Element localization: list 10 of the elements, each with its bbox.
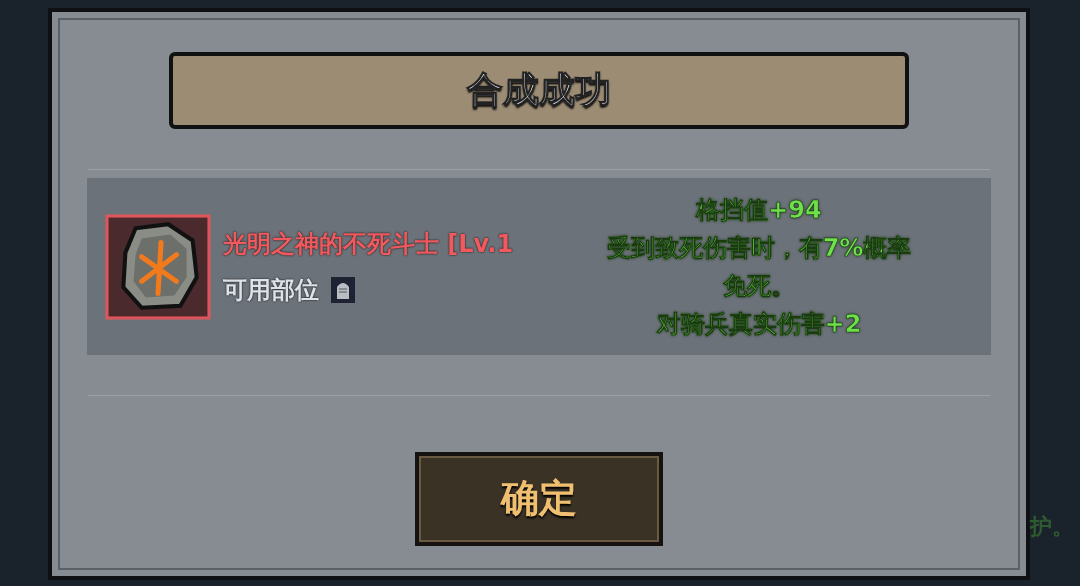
- item-name: 光明之神的不死斗士 [Lv.1: [223, 228, 514, 260]
- confirm-button[interactable]: 确定: [415, 451, 663, 546]
- dialog-title: 合成成功: [467, 68, 611, 113]
- effect-text: 对骑兵真实伤害+2: [656, 308, 862, 340]
- slot-label: 可用部位: [223, 274, 319, 306]
- effect-text: 受到致死伤害时，有7%概率: [606, 232, 912, 264]
- rune-stone-icon: [105, 213, 211, 320]
- effect-text: 免死。: [723, 270, 795, 302]
- effect-text: 格挡值+94: [696, 194, 822, 226]
- background-text: 护。: [1030, 513, 1074, 541]
